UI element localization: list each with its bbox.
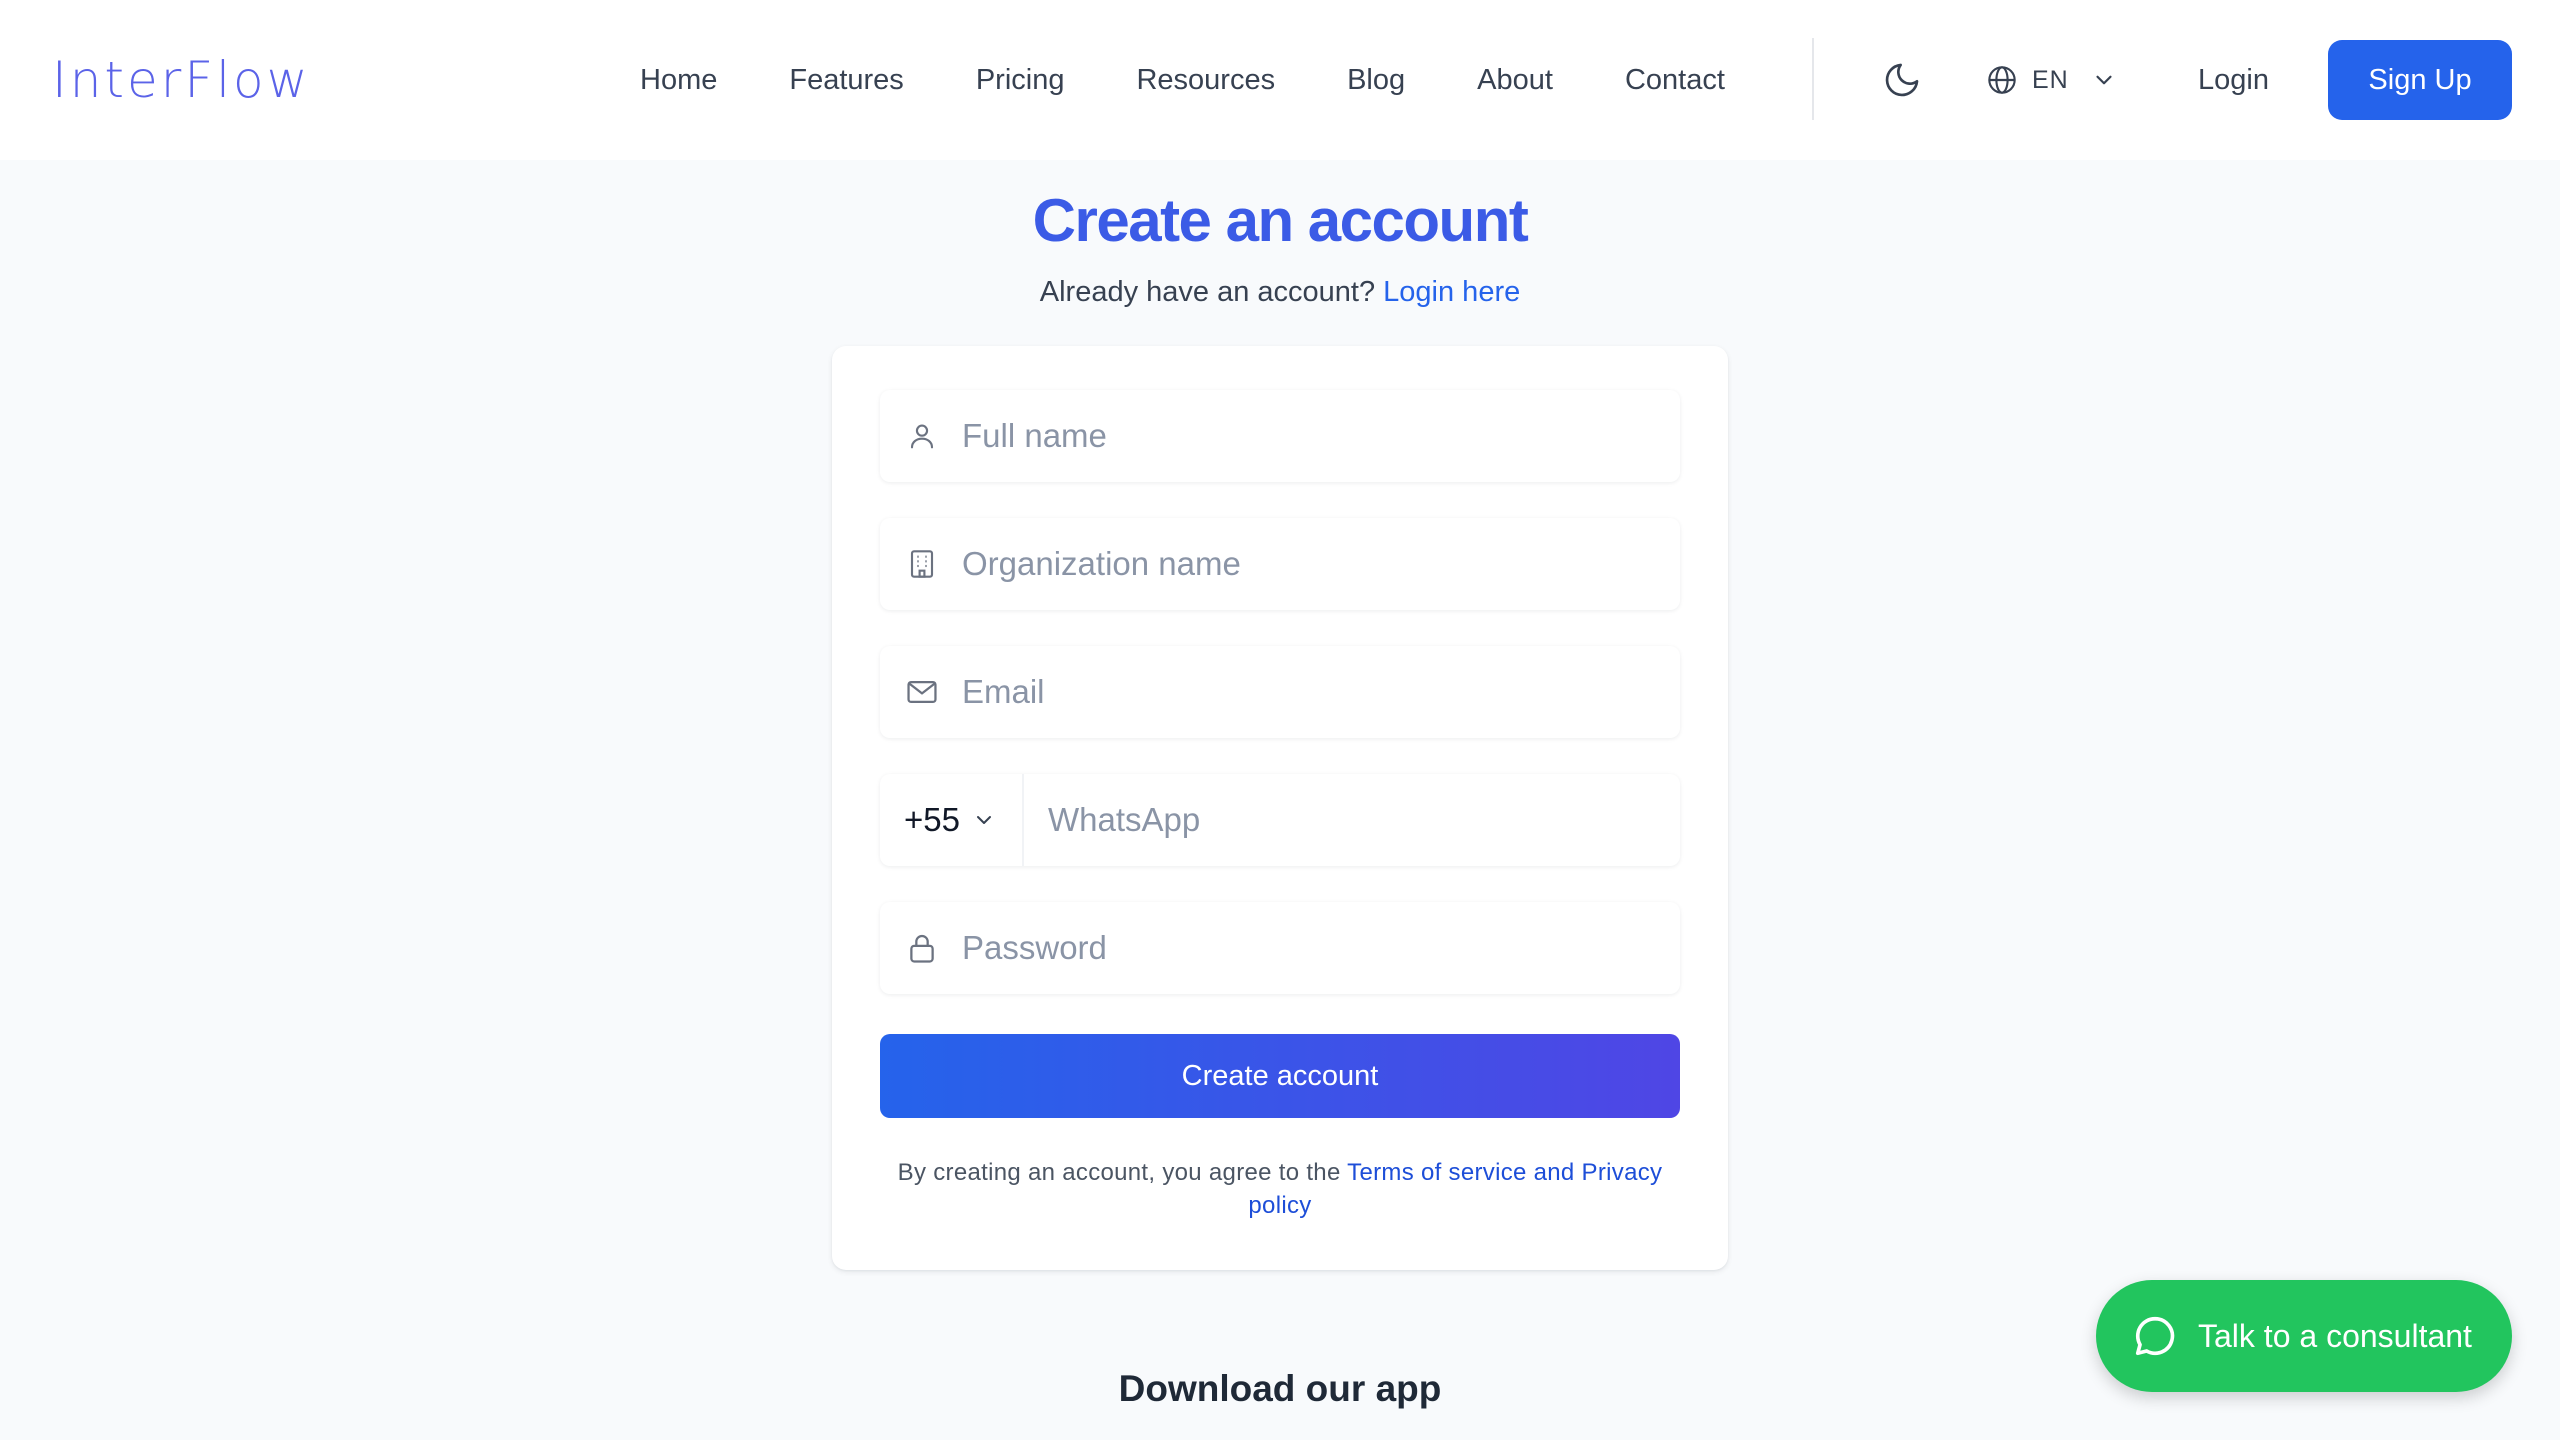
main-nav: Home Features Pricing Resources Blog Abo… [640,50,1725,110]
whatsapp-field: +55 [880,774,1680,866]
globe-icon [1988,66,2016,94]
country-code-value: +55 [904,801,960,838]
nav-home[interactable]: Home [640,64,717,97]
create-account-button[interactable]: Create account [880,1034,1680,1118]
password-input[interactable] [962,902,1680,994]
email-input[interactable] [962,646,1680,738]
nav-about[interactable]: About [1477,64,1553,97]
theme-toggle-button[interactable] [1880,58,1924,102]
lock-icon [904,930,940,966]
building-icon [904,546,940,582]
login-link[interactable]: Login [2198,58,2269,102]
signup-form-card: +55 Create account By creating an accoun… [832,346,1728,1270]
password-field [880,902,1680,994]
chat-bubble-icon [2132,1313,2178,1359]
talk-to-consultant-button[interactable]: Talk to a consultant [2096,1280,2512,1392]
nav-pricing[interactable]: Pricing [976,64,1065,97]
organization-field [880,518,1680,610]
nav-divider [1812,38,1814,120]
language-selector[interactable]: EN [1986,58,2117,102]
signup-button[interactable]: Sign Up [2328,40,2512,120]
full-name-input[interactable] [962,390,1680,482]
nav-resources[interactable]: Resources [1136,64,1275,97]
login-here-link[interactable]: Login here [1383,276,1520,308]
chevron-down-icon [976,816,991,824]
organization-input[interactable] [962,518,1680,610]
top-navbar: InterFlow Home Features Pricing Resource… [0,0,2560,160]
interflow-logo[interactable]: InterFlow [52,50,311,110]
mail-icon [904,674,940,710]
user-icon [904,418,940,454]
nav-features[interactable]: Features [789,64,903,97]
login-prompt-text: Already have an account? [1039,276,1376,308]
page-title: Create an account [1032,187,1529,254]
terms-text: By creating an account, you agree to the [897,1159,1341,1186]
terms-notice: By creating an account, you agree to the… [880,1156,1680,1222]
email-field [880,646,1680,738]
nav-contact[interactable]: Contact [1625,64,1725,97]
nav-blog[interactable]: Blog [1347,64,1405,97]
language-code: EN [2032,65,2069,94]
whatsapp-input[interactable] [1023,774,1680,866]
consultant-label: Talk to a consultant [2198,1317,2472,1354]
moon-icon [1885,63,1919,97]
full-name-field [880,390,1680,482]
login-prompt: Already have an account? Login here [0,276,2560,309]
country-code-select[interactable]: +55 [880,774,1024,866]
chevron-down-icon [2096,75,2112,85]
logo-text: InterFlow [52,51,311,109]
